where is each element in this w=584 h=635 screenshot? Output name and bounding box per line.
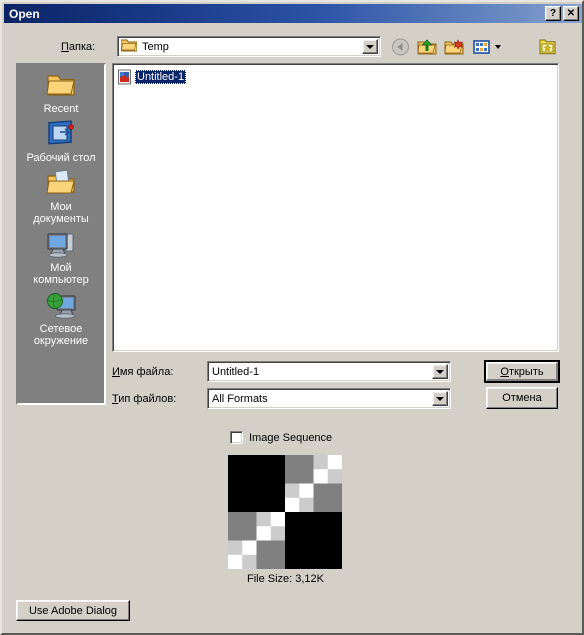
sidebar-item-label: Рабочий стол (26, 152, 96, 164)
back-icon[interactable] (390, 37, 411, 57)
list-item-label: Untitled-1 (135, 70, 187, 84)
sidebar-item-label: Recent (43, 103, 79, 115)
image-sequence-checkbox-row[interactable]: Image Sequence (230, 431, 332, 444)
lookin-dropdown-arrow-icon[interactable] (362, 39, 378, 54)
filename-label-mnemonic: И (112, 366, 120, 378)
filename-label: Имя файла: (112, 366, 173, 378)
up-one-level-icon[interactable] (417, 37, 438, 57)
lookin-label-mnemonic: П (61, 41, 69, 53)
views-icon[interactable] (471, 37, 492, 57)
sidebar-item-label: Мои документы (33, 201, 89, 225)
help-button[interactable]: ? (545, 6, 561, 21)
photoshop-document-icon (117, 69, 133, 85)
new-folder-icon[interactable] (444, 37, 465, 57)
open-dialog-window: Open ? ✕ Папка: Temp Recent Рабочий стол… (0, 0, 584, 635)
filename-combobox[interactable]: Untitled-1 (207, 361, 451, 382)
open-button-label: ткрыть (508, 365, 544, 378)
network-icon (45, 289, 77, 321)
window-title: Open (9, 6, 40, 21)
filename-dropdown-arrow-icon[interactable] (432, 364, 448, 379)
toolbar-icon-group (390, 36, 501, 58)
title-bar: Open ? ✕ (4, 4, 582, 23)
desktop-icon (45, 118, 77, 150)
lookin-label: Папка: (61, 41, 95, 53)
lookin-value: Temp (142, 40, 169, 53)
lookin-combobox[interactable]: Temp (117, 36, 381, 57)
favorites-folder-icon[interactable] (537, 37, 558, 57)
sidebar-item-network[interactable]: Сетевое окружение (18, 289, 104, 347)
file-size-label: File Size: 3,12K (246, 573, 325, 585)
use-adobe-dialog-label: Use Adobe Dialog (28, 604, 118, 617)
filename-label-rest: мя файла: (119, 366, 174, 378)
open-button[interactable]: Открыть (484, 360, 560, 383)
sidebar-item-my-computer[interactable]: Мой компьютер (18, 228, 104, 286)
cancel-button-label: Отмена (502, 392, 542, 404)
open-button-mnemonic: О (500, 365, 509, 378)
preview-image (228, 455, 342, 569)
use-adobe-dialog-button[interactable]: Use Adobe Dialog (16, 600, 130, 621)
filetype-dropdown-arrow-icon[interactable] (432, 391, 448, 406)
views-dropdown-arrow-icon[interactable] (495, 45, 501, 49)
sidebar-item-recent[interactable]: Recent (18, 69, 104, 115)
sidebar-item-label: Сетевое окружение (33, 323, 89, 347)
sidebar-item-label: Мой компьютер (33, 262, 89, 286)
file-list-panel[interactable]: Untitled-1 (112, 63, 559, 352)
image-sequence-checkbox[interactable] (230, 431, 243, 444)
my-documents-icon (45, 167, 77, 199)
filetype-combobox[interactable]: All Formats (207, 388, 451, 409)
folder-icon (120, 38, 138, 55)
my-computer-icon (45, 228, 77, 260)
sidebar-item-my-documents[interactable]: Мои документы (18, 167, 104, 225)
preview-thumbnail (228, 455, 342, 569)
title-bar-buttons: ? ✕ (545, 6, 579, 21)
close-icon[interactable]: ✕ (563, 6, 579, 21)
filetype-label-rest: ип файлов: (118, 393, 177, 405)
filetype-value: All Formats (212, 392, 268, 405)
filetype-label: Тип файлов: (112, 393, 176, 405)
lookin-label-rest: апка: (68, 41, 96, 53)
filename-input[interactable]: Untitled-1 (212, 366, 259, 378)
open-button-inner: Открыть (486, 362, 558, 381)
sidebar-item-desktop[interactable]: Рабочий стол (18, 118, 104, 164)
image-sequence-label: Image Sequence (249, 431, 333, 444)
list-item[interactable]: Untitled-1 (117, 68, 187, 86)
lookin-toolbar: Папка: Temp (4, 36, 582, 60)
recent-folder-icon (45, 69, 77, 101)
places-bar: Recent Рабочий стол Мои документы Мой ко… (16, 63, 106, 405)
cancel-button[interactable]: Отмена (486, 387, 558, 409)
